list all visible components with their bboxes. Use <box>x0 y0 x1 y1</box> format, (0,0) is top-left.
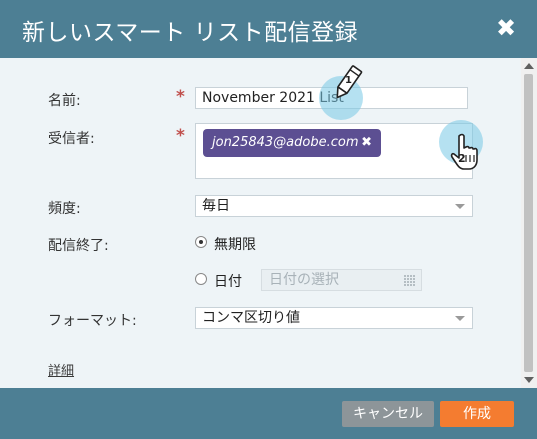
cancel-button[interactable]: キャンセル <box>342 401 434 427</box>
annotation-number-2: 2 <box>458 152 466 165</box>
frequency-select[interactable]: 毎日 <box>195 195 473 217</box>
end-delivery-label: 配信終了: <box>48 238 109 254</box>
end-date-placeholder: 日付の選択 <box>269 272 339 288</box>
smart-list-subscription-dialog: 新しいスマート リスト配信登録 ✖ 名前: * 受信者: * jon25843@… <box>0 0 537 439</box>
radio-no-end-button[interactable] <box>195 236 207 248</box>
format-select[interactable]: コンマ区切り値 <box>195 307 473 329</box>
radio-no-end[interactable]: 無期限 <box>195 234 275 253</box>
recipient-token: jon25843@adobe.com ✖ <box>203 129 381 157</box>
end-date-input[interactable]: 日付の選択 <box>261 269 422 291</box>
recipient-token-email: jon25843@adobe.com <box>212 135 359 150</box>
details-link[interactable]: 詳細 <box>48 360 74 379</box>
scroll-down-arrow-icon[interactable] <box>524 377 534 383</box>
dialog-header: 新しいスマート リスト配信登録 ✖ <box>0 0 537 58</box>
annotation-number-1: 1 <box>345 75 352 86</box>
radio-end-date-label: 日付 <box>214 274 242 290</box>
calendar-icon[interactable] <box>404 274 416 286</box>
name-label: 名前: <box>48 93 81 109</box>
close-icon[interactable]: ✖ <box>495 15 517 41</box>
remove-recipient-icon[interactable]: ✖ <box>361 129 372 157</box>
format-selected-value: コンマ区切り値 <box>202 310 300 326</box>
recipients-required-marker: * <box>176 126 185 146</box>
scroll-thumb[interactable] <box>524 74 533 372</box>
chevron-down-icon <box>455 316 465 321</box>
pencil-icon: 1 <box>336 65 363 99</box>
frequency-label: 頻度: <box>48 201 81 217</box>
recipients-field[interactable]: jon25843@adobe.com ✖ <box>195 123 473 179</box>
radio-end-date-button[interactable] <box>195 273 207 285</box>
create-button[interactable]: 作成 <box>440 401 514 427</box>
radio-end-date[interactable]: 日付 <box>195 271 255 290</box>
scroll-up-arrow-icon[interactable] <box>524 63 534 69</box>
dialog-title: 新しいスマート リスト配信登録 <box>22 20 359 46</box>
name-required-marker: * <box>176 87 185 107</box>
dialog-footer: キャンセル 作成 <box>0 388 537 439</box>
format-label: フォーマット: <box>48 313 137 329</box>
radio-no-end-label: 無期限 <box>214 237 256 253</box>
hand-pointer-icon: 2 <box>450 133 478 170</box>
chevron-down-icon <box>455 204 465 209</box>
frequency-selected-value: 毎日 <box>202 198 230 214</box>
vertical-scrollbar[interactable] <box>521 58 537 388</box>
recipients-label: 受信者: <box>48 131 95 147</box>
